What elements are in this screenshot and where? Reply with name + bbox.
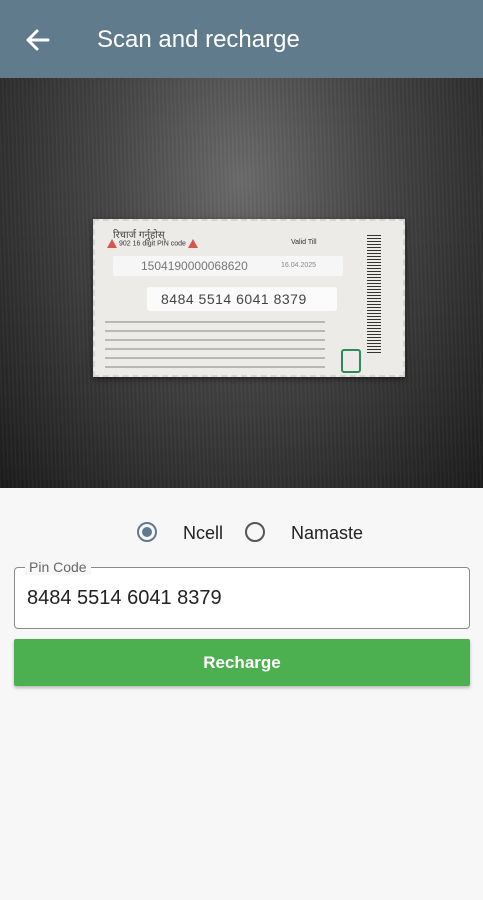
serial-number: 1504190000068620 — [141, 259, 248, 273]
radio-ncell[interactable]: Ncell — [137, 520, 237, 548]
recharge-card-image: रिचार्ज गर्नुहोस् 902 16 digit PIN code … — [93, 219, 405, 377]
card-fine-print — [105, 321, 325, 373]
barcode-icon — [367, 235, 381, 355]
card-hints: 902 16 digit PIN code — [105, 239, 200, 248]
operator-logo-icon — [341, 349, 361, 373]
back-button[interactable] — [22, 25, 54, 55]
pin-code-field[interactable]: Pin Code 8484 5514 6041 8379 — [14, 559, 470, 629]
app-bar: Scan and recharge — [0, 0, 483, 78]
radio-ncell-label: Ncell — [183, 523, 224, 543]
recharge-form — [0, 488, 483, 900]
page-title: Scan and recharge — [97, 26, 300, 53]
pin-code-label: Pin Code — [25, 559, 91, 575]
serial-box: 1504190000068620 16.04.2025 — [113, 256, 343, 276]
warning-triangle-icon — [107, 239, 117, 248]
scratched-pin-box: 8484 5514 6041 8379 — [147, 287, 337, 311]
camera-preview[interactable]: रिचार्ज गर्नुहोस् 902 16 digit PIN code … — [0, 78, 483, 488]
radio-selected-icon — [137, 522, 157, 542]
expiry-date: 16.04.2025 — [281, 262, 317, 269]
warning-triangle-icon — [187, 239, 198, 248]
valid-till-label: Valid Till — [291, 239, 317, 246]
recharge-button[interactable]: Recharge — [14, 639, 470, 686]
radio-namaste-label: Namaste — [291, 523, 364, 543]
card-pin-number: 8484 5514 6041 8379 — [161, 291, 307, 307]
radio-namaste[interactable]: Namaste — [245, 520, 375, 548]
pin-code-input[interactable]: 8484 5514 6041 8379 — [27, 587, 222, 610]
arrow-left-icon — [26, 29, 50, 51]
radio-unselected-icon — [245, 522, 265, 542]
